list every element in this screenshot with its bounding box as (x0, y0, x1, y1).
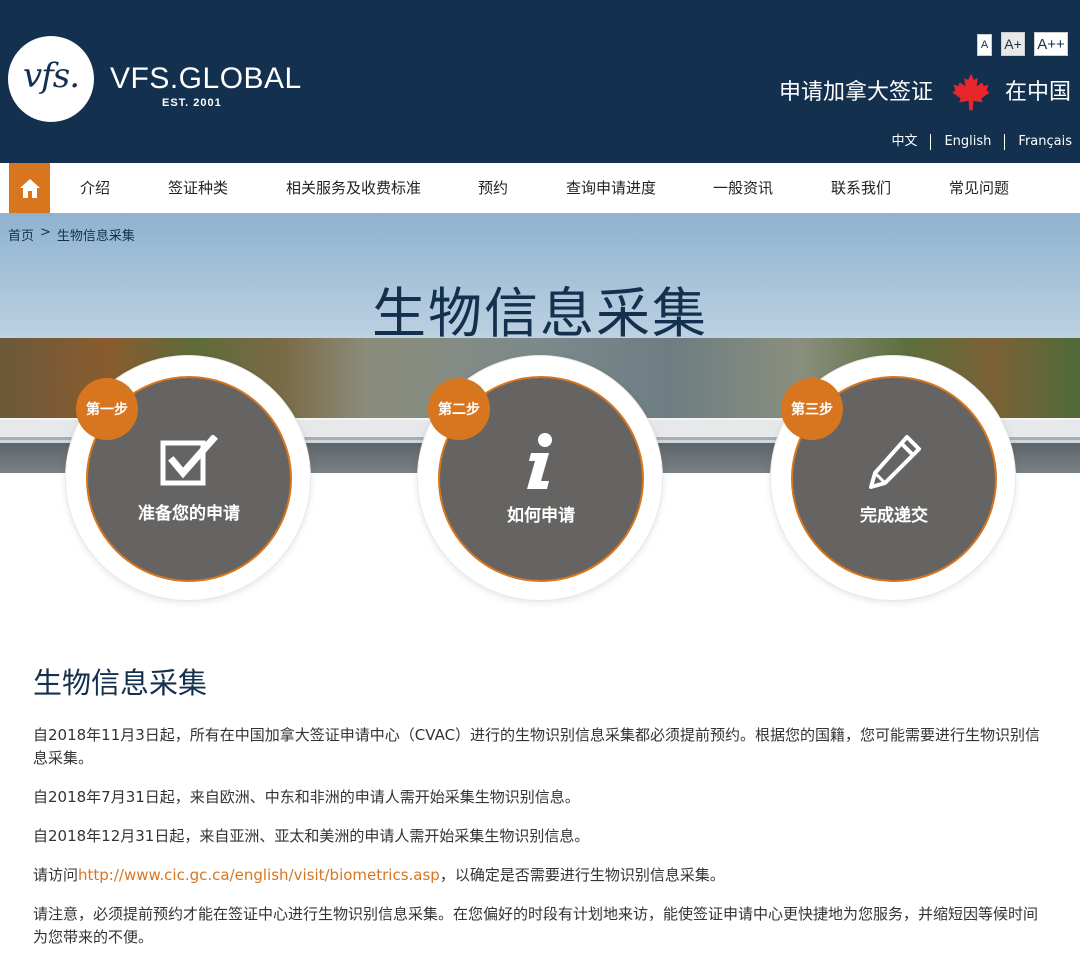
breadcrumb-current: 生物信息采集 (56, 229, 135, 244)
lang-chinese-link[interactable]: 中文 (878, 134, 930, 150)
font-size-controls: A A+ A++ (977, 32, 1068, 56)
nav-item-appointment[interactable]: 预约 (478, 163, 508, 213)
lang-french-link[interactable]: Français (1004, 134, 1072, 150)
nav-item-general-info[interactable]: 一般资讯 (713, 163, 773, 213)
step-3-label: 完成递交 (860, 505, 928, 526)
font-size-large-button[interactable]: A++ (1034, 32, 1068, 56)
nav-item-services-fees[interactable]: 相关服务及收费标准 (286, 163, 421, 213)
language-switcher: 中文 English Français (878, 134, 1072, 150)
nav-item-track-application[interactable]: 查询申请进度 (566, 163, 656, 213)
font-size-medium-button[interactable]: A+ (1001, 32, 1025, 56)
step-2-badge: 第二步 (428, 378, 490, 440)
nav-item-introduction[interactable]: 介绍 (80, 163, 110, 213)
maple-leaf-icon (952, 73, 990, 111)
step-1-badge: 第一步 (76, 378, 138, 440)
step-2-card: 如何申请 第二步 (418, 356, 662, 600)
paragraph-appointment-required: 自2018年11月3日起，所有在中国加拿大签证申请中心（CVAC）进行的生物识别… (33, 726, 1041, 767)
biometrics-info-link[interactable]: http://www.cic.gc.ca/english/visit/biome… (78, 866, 440, 884)
step-2-label: 如何申请 (507, 505, 575, 526)
step-1-card: 准备您的申请 第一步 (66, 356, 310, 600)
nav-item-faq[interactable]: 常见问题 (949, 163, 1009, 213)
apply-canada-visa-title: 申请加拿大签证 (779, 80, 934, 105)
visit-suffix: ，以确定是否需要进行生物识别信息采集。 (439, 866, 725, 884)
step-3-card: 完成递交 第三步 (771, 356, 1015, 600)
vfs-logo[interactable]: vfs. (8, 36, 94, 122)
visit-prefix: 请访问 (33, 866, 79, 884)
nav-item-contact-us[interactable]: 联系我们 (831, 163, 891, 213)
paragraph-asia-americas-date: 自2018年12月31日起，来自亚洲、亚太和美洲的申请人需开始采集生物识别信息。 (33, 827, 590, 845)
step-3-badge: 第三步 (781, 378, 843, 440)
paragraph-visit-link: 请访问http://www.cic.gc.ca/english/visit/bi… (33, 864, 1048, 887)
nav-item-visa-types[interactable]: 签证种类 (168, 163, 228, 213)
lang-english-link[interactable]: English (930, 134, 1004, 150)
breadcrumb-separator: > (40, 225, 51, 240)
home-icon (19, 178, 40, 198)
info-icon (527, 432, 552, 489)
section-heading: 生物信息采集 (33, 666, 208, 700)
site-header: vfs. VFS.GLOBAL EST. 2001 A A+ A++ 申请加拿大… (0, 0, 1080, 163)
breadcrumb-home-link[interactable]: 首页 (8, 225, 34, 244)
main-content: 生物信息采集 自2018年11月3日起，所有在中国加拿大签证申请中心（CVAC）… (33, 660, 1048, 965)
logo-mark: vfs. (22, 56, 80, 96)
brand-established: EST. 2001 (162, 97, 222, 109)
location-label: 在中国 (1005, 80, 1072, 105)
breadcrumb: 首页 > 生物信息采集 (8, 225, 135, 244)
main-nav: 介绍 签证种类 相关服务及收费标准 预约 查询申请进度 一般资讯 联系我们 常见… (0, 163, 1080, 213)
page-title: 生物信息采集 (372, 282, 708, 345)
pencil-icon (869, 434, 921, 489)
font-size-small-button[interactable]: A (977, 34, 992, 56)
step-1-label: 准备您的申请 (138, 503, 240, 524)
checkbox-icon (160, 434, 218, 485)
paragraph-europe-africa-date: 自2018年7月31日起，来自欧洲、中东和非洲的申请人需开始采集生物识别信息。 (33, 788, 580, 806)
brand-name: VFS.GLOBAL (110, 62, 302, 95)
home-button[interactable] (9, 163, 50, 213)
paragraph-note: 请注意，必须提前预约才能在签证中心进行生物识别信息采集。在您偏好的时段有计划地来… (33, 905, 1039, 946)
